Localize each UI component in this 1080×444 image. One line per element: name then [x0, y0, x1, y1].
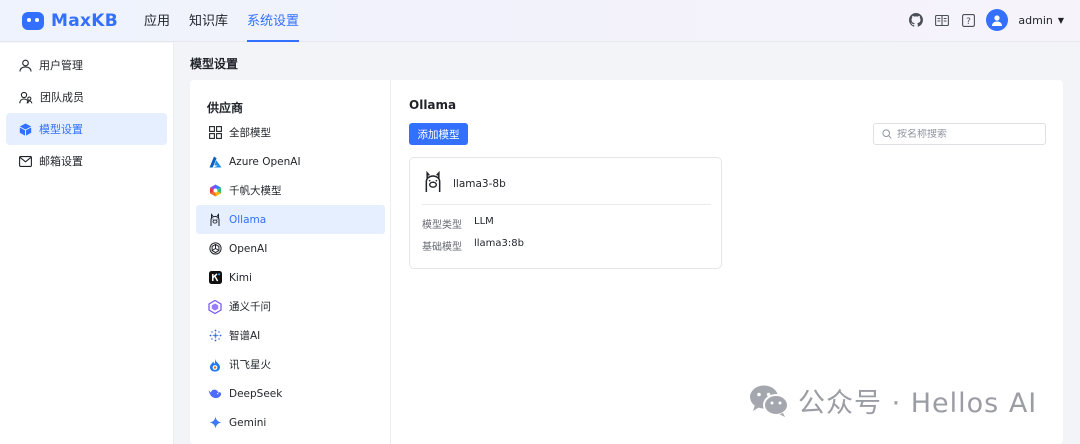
sidebar-item-label: 模型设置: [39, 123, 83, 136]
provider-label: Azure OpenAI: [229, 155, 301, 168]
username[interactable]: admin: [1018, 14, 1052, 27]
azure-icon: [208, 155, 222, 169]
logo-text: MaxKB: [51, 11, 118, 31]
help-icon[interactable]: ?: [960, 12, 976, 28]
sidebar-item-label: 邮箱设置: [39, 155, 83, 168]
add-model-button[interactable]: 添加模型: [409, 123, 468, 145]
tongyi-icon: [208, 299, 222, 314]
provider-label: Ollama: [229, 213, 267, 226]
provider-item-kimi[interactable]: Kimi: [196, 263, 385, 292]
header-actions: ? admin ▼: [908, 9, 1064, 31]
top-bar: MaxKB 应用 知识库 系统设置 ? admin ▼: [0, 0, 1080, 42]
provider-label: 全部模型: [229, 127, 271, 139]
field-key: 模型类型: [422, 220, 462, 231]
field-value: llama3:8b: [474, 238, 524, 249]
sidebar-item-label: 团队成员: [40, 91, 84, 104]
model-card-header: llama3-8b: [423, 170, 506, 197]
sidebar-item-label: 用户管理: [39, 59, 83, 72]
provider-item-xunfei[interactable]: 讯飞星火: [196, 350, 385, 379]
user-avatar-icon[interactable]: [986, 9, 1009, 31]
gemini-icon: [208, 416, 222, 430]
provider-label: DeepSeek: [229, 387, 283, 400]
kimi-icon: [208, 271, 222, 285]
svg-text:?: ?: [966, 17, 971, 27]
app-logo[interactable]: MaxKB: [22, 11, 118, 31]
team-icon: [19, 91, 33, 104]
provider-item-gemini[interactable]: Gemini: [196, 408, 385, 437]
watermark: 公众号 · Hellos AI: [748, 381, 1037, 420]
caret-down-icon[interactable]: ▼: [1058, 16, 1064, 25]
provider-label: Kimi: [229, 271, 252, 284]
deepseek-icon: [208, 387, 222, 401]
wechat-icon: [750, 385, 789, 417]
card-divider: [422, 204, 711, 205]
model-type-row: 模型类型 LLM: [422, 216, 494, 231]
provider-list-panel: 供应商 全部模型 Azure OpenAI 千帆大模型 Ollama OpenA…: [190, 80, 391, 444]
nav-item-apps[interactable]: 应用: [144, 0, 170, 42]
sidebar-item-team[interactable]: 团队成员: [6, 81, 167, 113]
field-value: LLM: [474, 216, 494, 227]
field-key: 基础模型: [422, 242, 462, 253]
ollama-icon: [423, 170, 443, 197]
provider-item-deepseek[interactable]: DeepSeek: [196, 379, 385, 408]
mail-icon: [19, 155, 32, 167]
cube-icon: [19, 123, 32, 136]
search-icon: [882, 129, 892, 139]
provider-label: 讯飞星火: [229, 359, 271, 371]
nav-item-system-settings[interactable]: 系统设置: [247, 0, 300, 42]
zhipu-icon: [208, 329, 222, 343]
provider-label: 智谱AI: [229, 330, 261, 342]
provider-label: 通义千问: [229, 301, 271, 313]
provider-item-all[interactable]: 全部模型: [196, 118, 385, 147]
provider-heading: 供应商: [207, 101, 244, 115]
top-nav: 应用 知识库 系统设置: [144, 0, 300, 42]
ollama-icon: [208, 212, 222, 227]
book-icon[interactable]: [934, 12, 950, 28]
search-box[interactable]: [873, 123, 1046, 145]
provider-item-zhipu[interactable]: 智谱AI: [196, 321, 385, 350]
provider-item-tongyi[interactable]: 通义千问: [196, 292, 385, 321]
nav-item-knowledge[interactable]: 知识库: [189, 0, 228, 42]
sidebar-item-mail-settings[interactable]: 邮箱设置: [6, 145, 167, 177]
grid-icon: [208, 126, 222, 140]
base-model-row: 基础模型 llama3:8b: [422, 238, 524, 253]
sidebar-item-users[interactable]: 用户管理: [6, 49, 167, 81]
xunfei-icon: [208, 358, 222, 372]
sidebar: 用户管理 团队成员 模型设置 邮箱设置: [0, 43, 174, 444]
user-icon: [19, 59, 32, 72]
provider-list: 全部模型 Azure OpenAI 千帆大模型 Ollama OpenAI Ki…: [196, 118, 385, 437]
model-card[interactable]: llama3-8b 模型类型 LLM 基础模型 llama3:8b: [409, 157, 722, 269]
model-name: llama3-8b: [453, 177, 506, 190]
page-title: 模型设置: [190, 57, 239, 71]
provider-label: Gemini: [229, 416, 267, 429]
provider-label: 千帆大模型: [229, 185, 282, 197]
openai-icon: [208, 242, 222, 256]
logo-icon: [22, 12, 44, 30]
provider-title: Ollama: [409, 98, 457, 112]
provider-label: OpenAI: [229, 242, 268, 255]
search-input[interactable]: [897, 128, 1037, 140]
sidebar-item-model-settings[interactable]: 模型设置: [6, 113, 167, 145]
watermark-text: 公众号 · Hellos AI: [798, 388, 1038, 419]
qianfan-icon: [208, 184, 222, 198]
provider-item-azure-openai[interactable]: Azure OpenAI: [196, 147, 385, 176]
provider-item-ollama[interactable]: Ollama: [196, 205, 385, 234]
provider-item-openai[interactable]: OpenAI: [196, 234, 385, 263]
provider-item-qianfan[interactable]: 千帆大模型: [196, 176, 385, 205]
github-icon[interactable]: [908, 12, 924, 28]
